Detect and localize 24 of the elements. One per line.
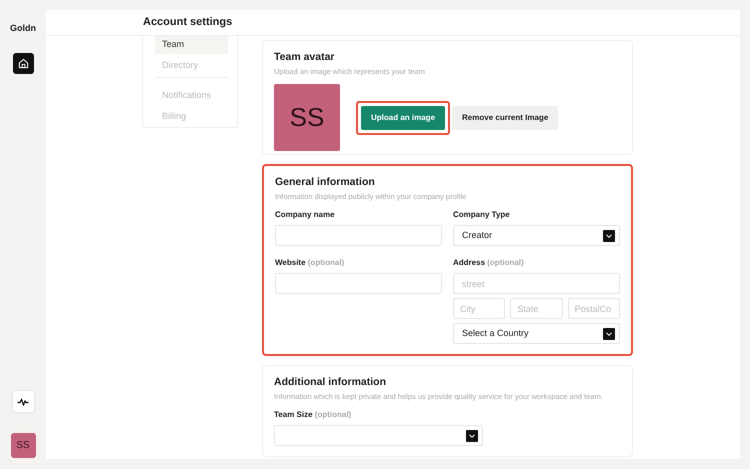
city-field[interactable]: City (453, 298, 506, 319)
upload-button[interactable]: Upload an image (361, 106, 446, 130)
remove-button[interactable]: Remove current Image (452, 106, 558, 130)
optional-note: (optional) (308, 258, 344, 267)
app-logo: Goldn (10, 22, 36, 35)
field-label: Team Size (274, 410, 313, 419)
postal-code-field[interactable]: PostalCo (568, 298, 620, 319)
street-field[interactable]: street (453, 273, 620, 294)
page-title: Account settings (143, 15, 232, 30)
section-title: General information (275, 175, 376, 190)
select-field[interactable]: Creator (453, 225, 620, 246)
settings-nav-item[interactable]: Team (155, 36, 228, 54)
field-label: Address (453, 258, 486, 267)
field-label: Website (275, 258, 306, 267)
country-select[interactable]: Select a Country (453, 323, 620, 344)
section-title: Team avatar (274, 50, 336, 65)
field-label: Company Type (453, 210, 510, 219)
section-title: Additional information (274, 375, 387, 390)
optional-note: (optional) (487, 258, 524, 267)
user-avatar[interactable]: SS (10, 433, 36, 458)
field-label: Company name (275, 210, 335, 219)
state-field[interactable]: State (510, 298, 563, 319)
optional-note: (optional) (314, 410, 352, 419)
team-avatar: SS (274, 84, 340, 151)
